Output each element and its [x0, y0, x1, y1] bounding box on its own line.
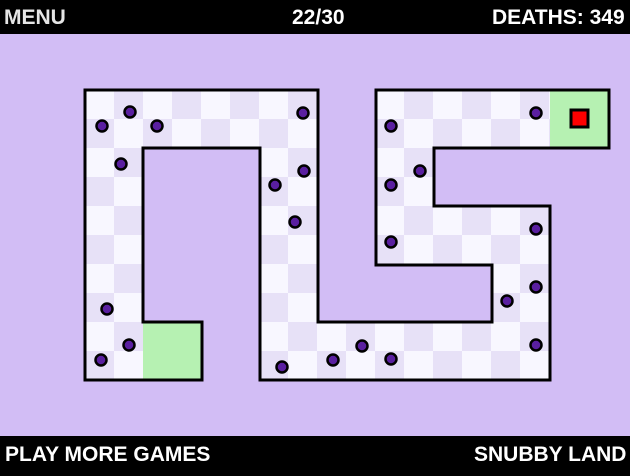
- snubby-land-link[interactable]: SNUBBY LAND: [474, 444, 626, 465]
- enemy-dot-icon: [384, 235, 398, 249]
- enemy-dot-icon: [94, 353, 108, 367]
- enemy-dot-icon: [529, 106, 543, 120]
- enemy-dot-icon: [355, 339, 369, 353]
- enemy-dot-icon: [500, 294, 514, 308]
- enemy-dot-icon: [275, 360, 289, 374]
- enemy-dot-icon: [114, 157, 128, 171]
- enemy-dot-icon: [122, 338, 136, 352]
- enemy-dot-icon: [384, 352, 398, 366]
- play-more-games-link[interactable]: PLAY MORE GAMES: [5, 444, 210, 465]
- bottom-bar: PLAY MORE GAMES SNUBBY LAND: [0, 436, 630, 476]
- enemy-dot-icon: [413, 164, 427, 178]
- enemy-dot-icon: [326, 353, 340, 367]
- enemy-dot-icon: [268, 178, 282, 192]
- enemy-dot-icon: [529, 338, 543, 352]
- enemy-dot-icon: [288, 215, 302, 229]
- enemy-dot-icon: [297, 164, 311, 178]
- enemy-dot-icon: [100, 302, 114, 316]
- enemy-dot-icon: [296, 106, 310, 120]
- enemy-dot-icon: [150, 119, 164, 133]
- enemy-dot-icon: [529, 280, 543, 294]
- enemy-dot-icon: [529, 222, 543, 236]
- player-square-icon[interactable]: [569, 108, 590, 129]
- enemy-dot-icon: [95, 119, 109, 133]
- game-board: [83, 88, 611, 382]
- start-safe-zone: [143, 322, 203, 380]
- enemy-dot-icon: [123, 105, 137, 119]
- enemy-dot-icon: [384, 178, 398, 192]
- enemy-dot-icon: [384, 119, 398, 133]
